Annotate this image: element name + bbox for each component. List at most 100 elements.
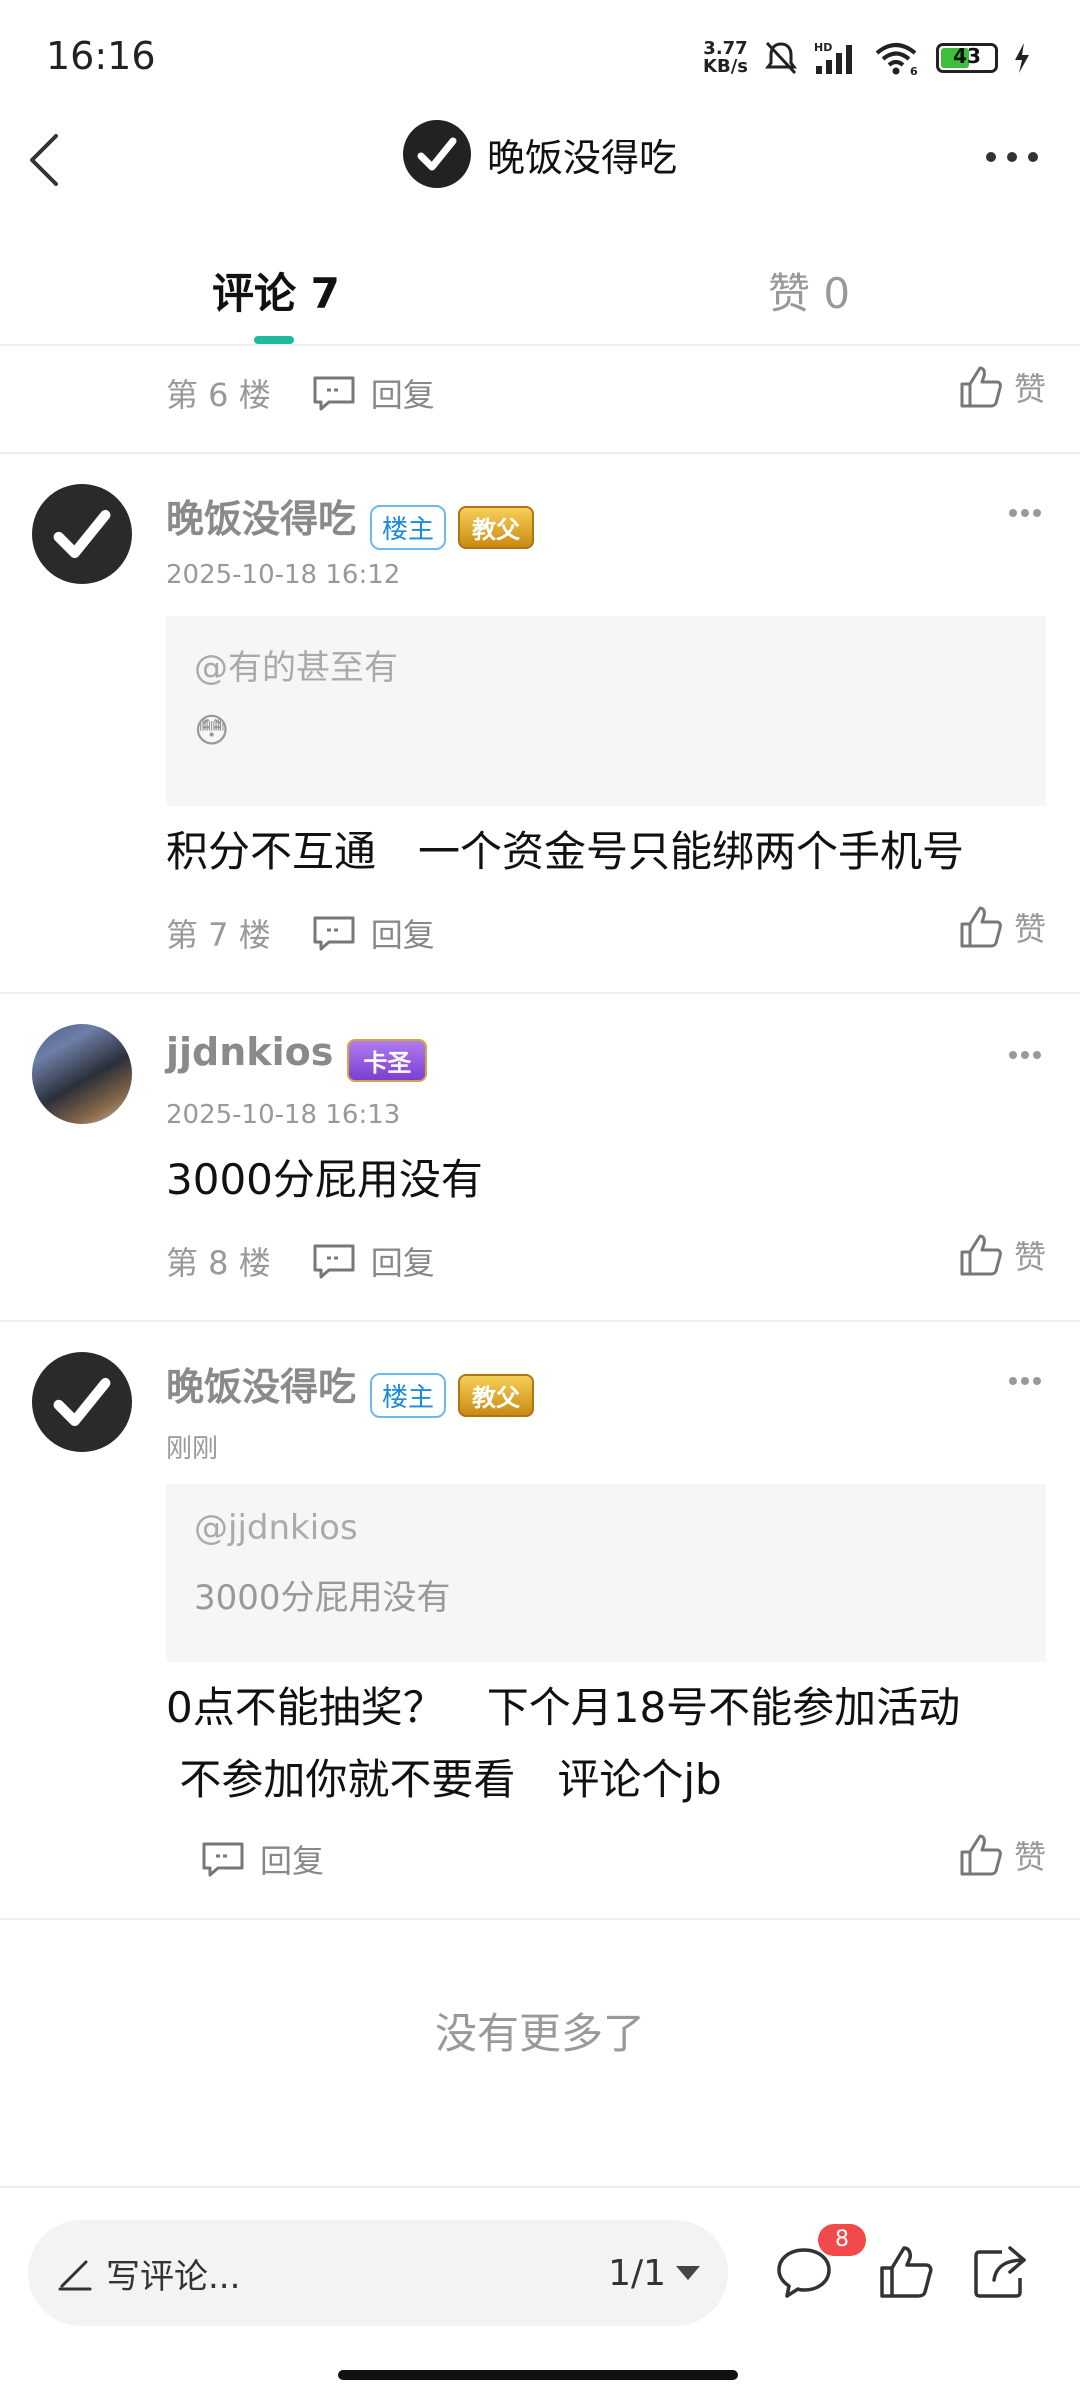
quoted-comment[interactable]: @有的甚至有 😳 xyxy=(166,616,1046,806)
comment-text-line: 不参加你就不要看 评论个jb xyxy=(166,1755,722,1804)
reply-button[interactable]: 回复 xyxy=(311,370,435,416)
floor-label: 第 7 楼 xyxy=(166,916,271,954)
reply-button[interactable]: 回复 xyxy=(311,910,435,956)
comment-time: 刚刚 xyxy=(166,1434,219,1464)
comment-meta-row: 第 6 楼 回复 xyxy=(166,370,435,416)
signal-icon: HD xyxy=(814,41,852,74)
like-label: 赞 xyxy=(1013,1238,1046,1276)
checkmark-icon xyxy=(53,1377,111,1427)
reply-button[interactable]: 回复 xyxy=(311,1238,435,1284)
quote-user: @jjdnkios xyxy=(194,1508,358,1548)
no-more-message: 没有更多了 xyxy=(434,2009,645,2058)
comment-divider xyxy=(0,1918,1080,1920)
tab-likes[interactable]: 赞 0 xyxy=(768,260,850,321)
owner-badge: 楼主 xyxy=(370,1373,447,1418)
tabs-divider xyxy=(0,344,1080,346)
comment-text: 3000分屁用没有 xyxy=(166,1155,483,1204)
avatar[interactable] xyxy=(32,484,132,584)
username[interactable]: jjdnkios xyxy=(166,1030,333,1074)
comment-author-row: jjdnkios 卡圣 xyxy=(166,1030,428,1082)
thumbs-up-icon[interactable] xyxy=(876,2242,936,2302)
comment-author-row: 晚饭没得吃 楼主 教父 xyxy=(166,488,535,550)
comment-more-icon[interactable] xyxy=(1008,1376,1042,1386)
username[interactable]: 晚饭没得吃 xyxy=(166,1365,356,1409)
comment-input-placeholder: 写评论... xyxy=(106,2256,241,2297)
header-user[interactable]: 晚饭没得吃 xyxy=(0,120,1080,188)
mute-icon xyxy=(765,41,797,75)
like-label: 赞 xyxy=(1013,1838,1046,1876)
comment-author-row: 晚饭没得吃 楼主 教父 xyxy=(166,1356,535,1418)
quote-text: 3000分屁用没有 xyxy=(194,1578,451,1618)
thumbs-up-icon xyxy=(960,1234,1002,1276)
comment-meta-row: 第 7 楼 回复 xyxy=(166,910,435,956)
floor-label: 第 6 楼 xyxy=(166,376,271,414)
comment-divider xyxy=(0,1320,1080,1322)
battery-icon: 43 xyxy=(936,43,998,73)
checkmark-icon xyxy=(417,137,457,171)
pencil-icon xyxy=(58,2260,92,2291)
tab-active-indicator xyxy=(254,336,294,344)
comment-more-icon[interactable] xyxy=(1008,508,1042,518)
dropdown-triangle-icon[interactable] xyxy=(676,2266,700,2280)
reply-label: 回复 xyxy=(370,376,435,414)
page-indicator[interactable]: 1/1 xyxy=(608,2253,666,2294)
comment-more-icon[interactable] xyxy=(1008,1050,1042,1060)
title-badge: 教父 xyxy=(458,1374,535,1417)
status-time: 16:16 xyxy=(46,34,156,78)
reply-label: 回复 xyxy=(260,1842,325,1880)
like-button[interactable]: 赞 xyxy=(958,364,1046,410)
like-label: 赞 xyxy=(1013,910,1046,948)
quote-user: @有的甚至有 xyxy=(194,648,398,688)
more-options-icon[interactable] xyxy=(984,150,1040,164)
share-icon[interactable] xyxy=(970,2242,1030,2302)
avatar[interactable] xyxy=(32,1024,132,1124)
quote-emoji: 😳 xyxy=(194,711,230,751)
charging-icon xyxy=(1015,43,1029,73)
reply-icon xyxy=(313,1244,355,1279)
like-button[interactable]: 赞 xyxy=(958,904,1046,950)
status-bar-icons: 3.77 KB/s HD 6 43 xyxy=(703,34,1030,82)
comment-text: 0点不能抽奖？ 下个月18号不能参加活动 不参加你就不要看 评论个jb xyxy=(166,1672,960,1816)
floor-label: 第 8 楼 xyxy=(166,1244,271,1282)
owner-badge: 楼主 xyxy=(370,505,447,550)
thumbs-up-icon xyxy=(960,366,1002,408)
battery-level: 43 xyxy=(953,44,981,68)
reply-icon xyxy=(313,376,355,411)
reply-icon xyxy=(313,916,355,951)
tab-comments[interactable]: 评论 7 xyxy=(212,260,340,321)
comment-time: 2025-10-18 16:13 xyxy=(166,1100,401,1130)
header-title: 晚饭没得吃 xyxy=(486,135,677,180)
comment-meta-row: 第 8 楼 回复 xyxy=(166,1238,435,1284)
reply-label: 回复 xyxy=(370,916,435,954)
reply-button[interactable]: 回复 xyxy=(200,1836,324,1882)
comment-divider xyxy=(0,452,1080,454)
comment-meta-row: 回复 xyxy=(200,1836,324,1882)
wifi-label: 6 xyxy=(910,65,918,76)
wifi-icon: 6 xyxy=(875,43,918,76)
comment-input[interactable]: 写评论... 1/1 xyxy=(28,2220,728,2326)
comment-text: 积分不互通 一个资金号只能绑两个手机号 xyxy=(166,827,965,876)
comment-time: 2025-10-18 16:12 xyxy=(166,560,401,590)
home-indicator[interactable] xyxy=(338,2370,738,2380)
quoted-comment[interactable]: @jjdnkios 3000分屁用没有 xyxy=(166,1484,1046,1662)
comment-text-line: 0点不能抽奖？ 下个月18号不能参加活动 xyxy=(166,1683,961,1732)
title-badge: 卡圣 xyxy=(347,1039,428,1082)
reply-label: 回复 xyxy=(370,1244,435,1282)
header-avatar xyxy=(402,120,471,188)
checkmark-icon xyxy=(53,509,111,559)
like-label: 赞 xyxy=(1013,370,1046,408)
comment-count-badge: 8 xyxy=(818,2224,866,2256)
comment-divider xyxy=(0,992,1080,994)
thumbs-up-icon xyxy=(960,1834,1002,1876)
bottom-bar-divider xyxy=(0,2186,1080,2188)
username[interactable]: 晚饭没得吃 xyxy=(166,497,356,541)
avatar[interactable] xyxy=(32,1352,132,1452)
reply-icon xyxy=(202,1842,244,1877)
thumbs-up-icon xyxy=(960,906,1002,948)
signal-label: HD xyxy=(814,41,832,54)
net-speed: 3.77 KB/s xyxy=(703,40,748,76)
net-speed-unit: KB/s xyxy=(703,56,748,77)
like-button[interactable]: 赞 xyxy=(958,1232,1046,1278)
title-badge: 教父 xyxy=(458,506,535,549)
like-button[interactable]: 赞 xyxy=(958,1832,1046,1878)
